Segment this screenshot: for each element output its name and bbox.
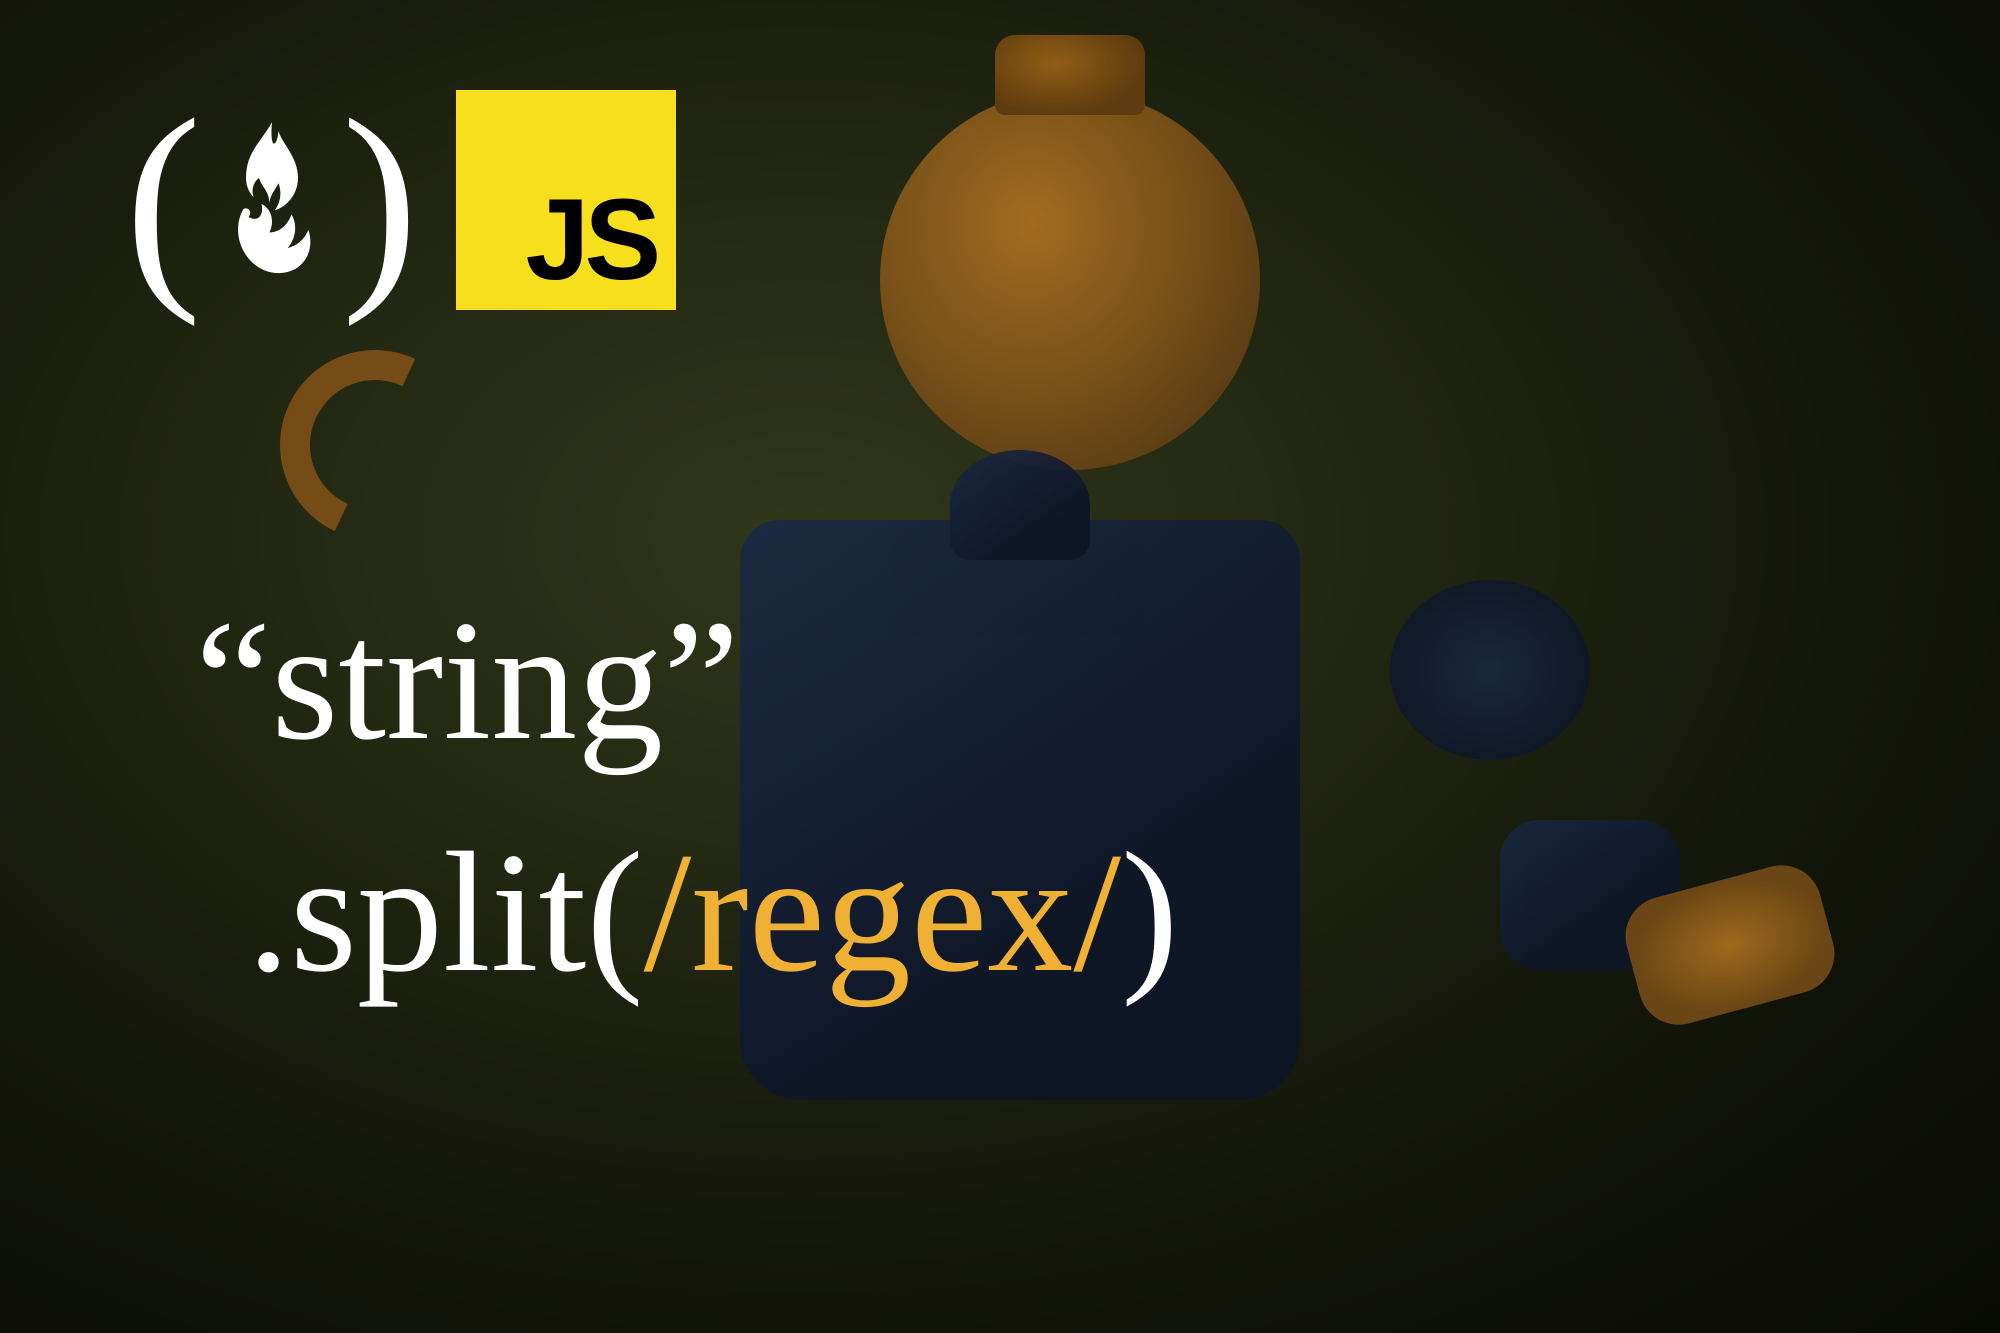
content-overlay: ( ) JS “string” .split(/regex/) xyxy=(0,0,2000,1333)
open-quote: “ xyxy=(195,586,271,776)
fcc-right-paren: ) xyxy=(342,85,419,315)
js-logo-text: JS xyxy=(526,183,657,298)
logos-row: ( ) JS xyxy=(125,90,676,310)
fcc-left-paren: ( xyxy=(125,85,202,315)
code-snippet: “string” .split(/regex/) xyxy=(195,565,1178,1029)
freecodecamp-logo: ( ) xyxy=(125,90,418,310)
code-line-1: “string” xyxy=(195,565,1178,797)
regex-literal: /regex/ xyxy=(644,818,1122,1008)
code-line-2: .split(/regex/) xyxy=(247,797,1178,1029)
close-quote: ” xyxy=(663,586,739,776)
split-call-suffix: ) xyxy=(1121,818,1178,1008)
javascript-logo: JS xyxy=(456,90,676,310)
string-literal: string xyxy=(271,586,663,776)
flame-icon xyxy=(207,115,337,285)
split-call-prefix: .split( xyxy=(247,818,644,1008)
